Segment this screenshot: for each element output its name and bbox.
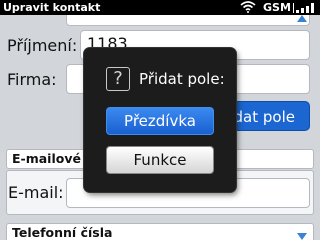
status-bar: Upravit kontakt GSM xyxy=(0,0,320,15)
scroll-up-icon xyxy=(297,15,307,22)
wifi-icon xyxy=(240,1,256,13)
network-label: GSM xyxy=(263,1,291,14)
add-field-dialog: ? Přidat pole: Přezdívka Funkce xyxy=(84,48,236,192)
dialog-title: Přidat pole: xyxy=(139,70,225,88)
company-label: Firma: xyxy=(7,70,57,89)
question-icon: ? xyxy=(106,67,130,91)
signal-bars-icon xyxy=(293,3,314,13)
scroll-down-icon xyxy=(297,233,307,240)
nickname-option-button[interactable]: Přezdívka xyxy=(106,107,214,135)
surname-label: Příjmení: xyxy=(7,36,78,55)
app-title: Upravit kontakt xyxy=(3,1,101,14)
job-title-option-button[interactable]: Funkce xyxy=(106,146,214,174)
email-label: E-mail: xyxy=(8,183,64,202)
previous-field[interactable] xyxy=(66,15,310,26)
phone-section-header: Telefonní čísla xyxy=(6,223,314,240)
